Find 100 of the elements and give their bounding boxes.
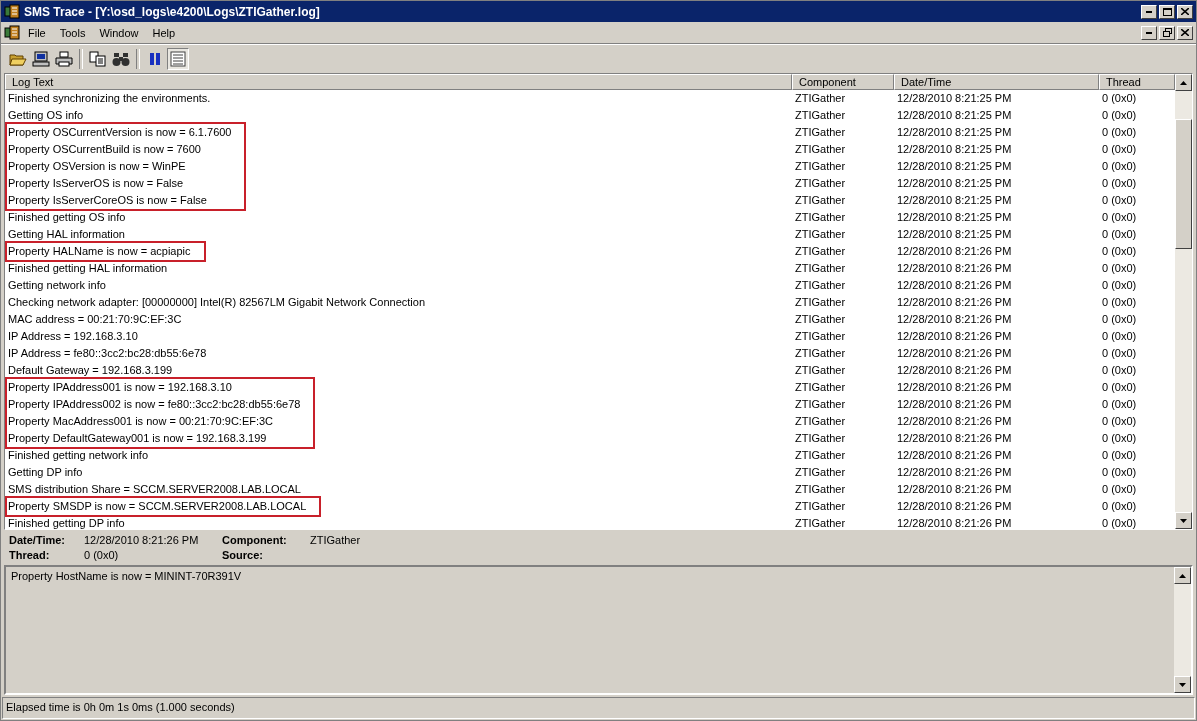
- thread-value: 0 (0x0): [84, 549, 120, 561]
- component-cell-text: ZTIGather: [794, 108, 847, 123]
- log-text: Property IsServerOS is now = False: [7, 176, 185, 191]
- thread-cell-text: 0 (0x0): [1101, 380, 1138, 395]
- log-text: IP Address = fe80::3cc2:bc28:db55:6e78: [7, 346, 208, 361]
- thread-cell-text: 0 (0x0): [1101, 244, 1138, 259]
- datetime-cell-text: 12/28/2010 8:21:26 PM: [896, 431, 1013, 446]
- datetime-cell-text: 12/28/2010 8:21:26 PM: [896, 516, 1013, 529]
- datetime-cell-text: 12/28/2010 8:21:26 PM: [896, 448, 1013, 463]
- datetime-cell-text: 12/28/2010 8:21:25 PM: [896, 176, 1013, 191]
- maximize-button[interactable]: [1159, 4, 1175, 19]
- thread-cell-text: 0 (0x0): [1101, 465, 1138, 480]
- datetime-cell-text: 12/28/2010 8:21:26 PM: [896, 244, 1013, 259]
- log-text: Property OSVersion is now = WinPE: [7, 159, 187, 174]
- component-cell-text: ZTIGather: [794, 499, 847, 514]
- datetime-cell-text: 12/28/2010 8:21:26 PM: [896, 499, 1013, 514]
- close-button[interactable]: [1177, 4, 1193, 19]
- scroll-up-button[interactable]: [1174, 567, 1191, 584]
- up-arrow-icon: [1179, 573, 1186, 578]
- log-text: Getting network info: [7, 278, 107, 293]
- status-bar: Elapsed time is 0h 0m 1s 0ms (1.000 seconds): [2, 697, 1195, 719]
- scroll-down-button[interactable]: [1174, 676, 1191, 693]
- component-cell-text: ZTIGather: [794, 210, 847, 225]
- maximize-icon: [1162, 7, 1172, 16]
- log-text: Property HALName is now = acpiapic: [7, 244, 192, 259]
- thread-cell-text: 0 (0x0): [1101, 397, 1138, 412]
- log-text: Property OSCurrentBuild is now = 7600: [7, 142, 202, 157]
- menu-item[interactable]: Window: [93, 24, 145, 41]
- component-cell-text: ZTIGather: [794, 482, 847, 497]
- datetime-cell-text: 12/28/2010 8:21:26 PM: [896, 482, 1013, 497]
- thread-cell-text: 0 (0x0): [1101, 363, 1138, 378]
- datetime-cell-text: 12/28/2010 8:21:25 PM: [896, 91, 1013, 106]
- component-cell-text: ZTIGather: [794, 465, 847, 480]
- log-text: Finished getting DP info: [7, 516, 126, 529]
- thread-cell-text: 0 (0x0): [1101, 278, 1138, 293]
- thread-cell-text: 0 (0x0): [1101, 108, 1138, 123]
- component-cell-text: ZTIGather: [794, 448, 847, 463]
- datetime-cell-text: 12/28/2010 8:21:25 PM: [896, 125, 1013, 140]
- thread-cell-text: 0 (0x0): [1101, 482, 1138, 497]
- pause-icon: [148, 50, 162, 67]
- thread-cell-text: 0 (0x0): [1101, 159, 1138, 174]
- scroll-down-button[interactable]: [1175, 512, 1192, 529]
- component-cell-text: ZTIGather: [794, 227, 847, 242]
- field-label: Component:: [222, 534, 288, 546]
- log-text: IP Address = 192.168.3.10: [7, 329, 139, 344]
- datetime-cell-text: 12/28/2010 8:21:25 PM: [896, 159, 1013, 174]
- component-cell-text: ZTIGather: [794, 346, 847, 361]
- message-text: Property HostName is now = MININT-70R391V: [10, 569, 243, 584]
- component-cell-text: ZTIGather: [794, 363, 847, 378]
- log-text: Property IPAddress001 is now = 192.168.3.10: [7, 380, 233, 395]
- log-text: Property IPAddress002 is now = fe80::3cc2:bc28:db55:6e78: [7, 397, 302, 412]
- datetime-cell-text: 12/28/2010 8:21:26 PM: [896, 363, 1013, 378]
- thread-cell-text: 0 (0x0): [1101, 261, 1138, 276]
- column-header[interactable]: Component: [792, 74, 894, 90]
- field-label: Source:: [222, 549, 264, 561]
- thread-cell-text: 0 (0x0): [1101, 91, 1138, 106]
- column-header[interactable]: Log Text: [5, 74, 792, 90]
- minimize-button[interactable]: [1141, 25, 1157, 40]
- datetime-cell-text: 12/28/2010 8:21:26 PM: [896, 278, 1013, 293]
- log-text: Getting HAL information: [7, 227, 126, 242]
- down-arrow-icon: [1180, 518, 1187, 523]
- log-text: MAC address = 00:21:70:9C:EF:3C: [7, 312, 183, 327]
- column-header[interactable]: Date/Time: [894, 74, 1099, 90]
- minimize-button[interactable]: [1141, 4, 1157, 19]
- column-header[interactable]: Thread: [1099, 74, 1175, 90]
- log-text: Property SMSDP is now = SCCM.SERVER2008.LAB.LOCAL: [7, 499, 308, 514]
- close-icon: [1181, 8, 1189, 15]
- thread-cell-text: 0 (0x0): [1101, 210, 1138, 225]
- field-label: Date/Time:: [9, 534, 67, 546]
- restore-button[interactable]: [1159, 25, 1175, 40]
- datetime-cell-text: 12/28/2010 8:21:26 PM: [896, 295, 1013, 310]
- up-arrow-icon: [1180, 80, 1187, 85]
- component-cell-text: ZTIGather: [794, 91, 847, 106]
- menu-item[interactable]: Help: [146, 24, 182, 41]
- menu-item[interactable]: File: [22, 24, 52, 41]
- thread-cell-text: 0 (0x0): [1101, 431, 1138, 446]
- datetime-value: 12/28/2010 8:21:26 PM: [84, 534, 200, 546]
- down-arrow-icon: [1179, 682, 1186, 687]
- thread-cell-text: 0 (0x0): [1101, 448, 1138, 463]
- close-icon: [1181, 29, 1189, 36]
- component-cell-text: ZTIGather: [794, 516, 847, 529]
- scrollbar-thumb[interactable]: [1175, 119, 1192, 249]
- thread-cell-text: 0 (0x0): [1101, 295, 1138, 310]
- datetime-cell-text: 12/28/2010 8:21:26 PM: [896, 397, 1013, 412]
- field-label: Thread:: [9, 549, 51, 561]
- log-text: SMS distribution Share = SCCM.SERVER2008.LAB.LOCAL: [7, 482, 302, 497]
- thread-cell-text: 0 (0x0): [1101, 499, 1138, 514]
- log-text: Default Gateway = 192.168.3.199: [7, 363, 174, 378]
- thread-cell-text: 0 (0x0): [1101, 142, 1138, 157]
- close-button[interactable]: [1177, 25, 1193, 40]
- log-text: Property OSCurrentVersion is now = 6.1.7600: [7, 125, 233, 140]
- component-cell-text: ZTIGather: [794, 261, 847, 276]
- log-text: Property IsServerCoreOS is now = False: [7, 193, 208, 208]
- scroll-up-button[interactable]: [1175, 74, 1192, 91]
- log-text: Getting OS info: [7, 108, 85, 123]
- menu-item[interactable]: Tools: [53, 24, 92, 41]
- component-cell-text: ZTIGather: [794, 295, 847, 310]
- component-cell-text: ZTIGather: [794, 125, 847, 140]
- datetime-cell-text: 12/28/2010 8:21:26 PM: [896, 329, 1013, 344]
- datetime-cell-text: 12/28/2010 8:21:25 PM: [896, 142, 1013, 157]
